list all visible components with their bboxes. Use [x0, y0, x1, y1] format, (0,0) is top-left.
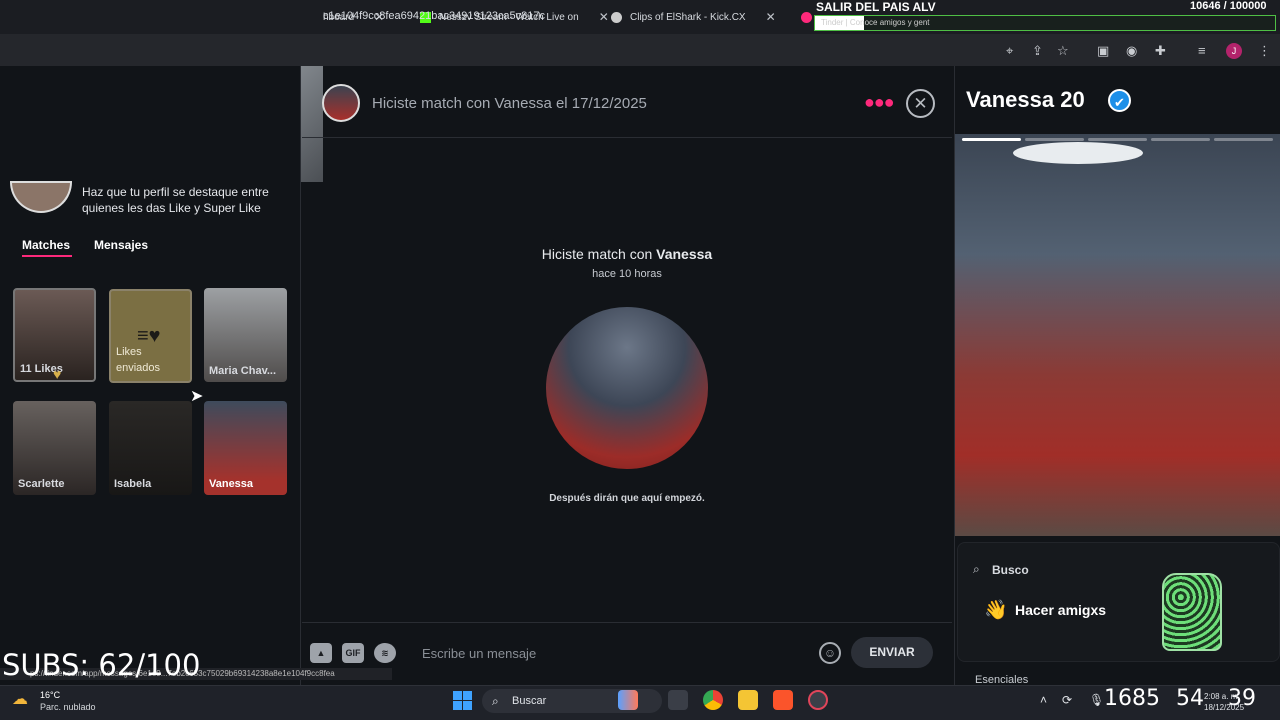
tab-label: Clips of ElShark - Kick.CX [630, 11, 746, 23]
photo-indicator[interactable] [1025, 138, 1084, 141]
match-prefix: Hiciste match con [541, 246, 653, 262]
stream-clock-minutes: 54 [1176, 686, 1204, 711]
looking-for-value: Hacer amigxs [1015, 602, 1107, 618]
picture-in-picture-icon[interactable]: ▣ [1097, 43, 1109, 59]
profile-name: Vanessa [966, 87, 1055, 112]
stream-clock-hours: 1685 [1104, 686, 1160, 711]
task-view-icon[interactable] [668, 690, 688, 710]
photo-indicator[interactable] [1088, 138, 1147, 141]
bookmark-star-icon[interactable]: ☆ [1057, 43, 1069, 59]
close-chat-icon[interactable]: ✕ [906, 89, 935, 118]
search-icon: ⌕ [973, 562, 980, 576]
goal-progress-bar: Tinder | Conoce amigos y gent [814, 15, 1276, 31]
send-button[interactable]: ENVIAR [851, 637, 933, 668]
match-name: Scarlette [18, 478, 65, 490]
system-clock[interactable]: 2:08 a. m. 18/12/2025 [1204, 691, 1244, 713]
waving-hand-icon: 👋 [984, 600, 1008, 621]
verified-badge-icon[interactable]: ✔ [1108, 89, 1131, 112]
browser-tab-clips[interactable]: Clips of ElShark - Kick.CX ✕ [611, 4, 776, 30]
weather-description[interactable]: Parc. nublado [40, 702, 96, 712]
tinder-tab-label-under-bar: Tinder | Conoce amigos y gent [821, 18, 930, 27]
taskbar-search-label: Buscar [512, 695, 547, 707]
chrome-icon[interactable] [703, 690, 723, 710]
tray-overflow-icon[interactable]: ˄ [1040, 693, 1047, 707]
media-control-icon[interactable]: ≡ [1198, 43, 1206, 58]
brave-icon[interactable] [773, 690, 793, 710]
likes-card[interactable]: 11 Likes ♥ [13, 288, 96, 382]
photo-indicator[interactable] [1214, 138, 1273, 141]
emoji-icon[interactable]: ☺ [819, 642, 841, 664]
system-time: 2:08 a. m. [1204, 692, 1240, 701]
profile-age: 20 [1060, 87, 1085, 112]
sticker-icon[interactable]: ▲ [310, 643, 332, 663]
address-bar [0, 34, 1280, 66]
extension-icon[interactable]: ◉ [1126, 43, 1137, 59]
message-input[interactable] [414, 640, 794, 666]
photo-ceiling-lamp [1013, 142, 1143, 164]
photo-indicator[interactable] [962, 138, 1021, 141]
goal-title: SALIR DEL PAIS ALV [816, 0, 936, 14]
close-tab-icon[interactable]: ✕ [766, 10, 776, 24]
profile-name-age: Vanessa 20 [966, 87, 1085, 113]
share-icon[interactable]: ⇪ [1032, 43, 1043, 59]
match-card-isabela[interactable]: Isabela [109, 401, 192, 495]
photo-pagination [962, 138, 1273, 141]
search-icon: ⌕ [492, 694, 499, 708]
url-text[interactable]: c1e104f9cc8fea69421bac34919123ca5c817c [323, 10, 545, 22]
match-card-scarlette[interactable]: Scarlette [13, 401, 96, 495]
system-date: 18/12/2025 [1204, 703, 1245, 712]
close-tab-icon[interactable]: ✕ [599, 10, 609, 24]
weather-temperature[interactable]: 16°C [40, 690, 60, 700]
mouse-cursor-icon: ➤ [190, 388, 204, 405]
looking-for-label: Busco [992, 563, 1029, 577]
puzzle-icon[interactable]: ✚ [1155, 43, 1166, 59]
weather-cloud-icon[interactable]: ☁ [12, 689, 28, 709]
clips-icon [611, 11, 622, 23]
gold-heart-icon: ♥ [53, 366, 62, 382]
spotify-icon[interactable]: ≋ [374, 643, 396, 663]
tab-mensajes[interactable]: Mensajes [94, 238, 148, 252]
match-title: Hiciste match con Vanessa [302, 246, 952, 262]
location-icon[interactable]: ⌖ [1006, 43, 1013, 59]
windows-start-icon[interactable] [453, 691, 472, 710]
likes-sent-label: Likes enviados [116, 346, 161, 374]
file-explorer-icon[interactable] [738, 690, 758, 710]
tab-matches[interactable]: Matches [22, 238, 70, 252]
gif-button[interactable]: GIF [342, 643, 364, 663]
mic-icon[interactable]: 🎙 [1089, 693, 1104, 707]
boost-promo-text[interactable]: Haz que tu perfil se destaque entre quie… [82, 184, 282, 216]
tinder-icon [801, 11, 812, 23]
chat-avatar[interactable] [322, 84, 360, 122]
match-name: Vanessa [209, 478, 254, 490]
match-name: Isabela [114, 478, 152, 490]
goal-count: 10646 / 100000 [1190, 0, 1267, 12]
match-name: Maria Chav... [209, 365, 277, 377]
match-time: hace 10 horas [592, 268, 662, 280]
match-card-vanessa[interactable]: Vanessa [204, 401, 287, 495]
stream-jar-widget [1162, 573, 1222, 651]
match-profile-photo[interactable] [546, 307, 708, 469]
photo-indicator[interactable] [1151, 138, 1210, 141]
match-quote: Después dirán que aquí empezó. [549, 493, 705, 504]
more-options-icon[interactable]: ●●● [864, 92, 895, 113]
subs-counter: SUBS: 62/100 [2, 648, 201, 682]
match-name-bold: Vanessa [656, 246, 713, 262]
menu-kebab-icon[interactable]: ⋮ [1258, 43, 1271, 59]
taskbar-widget-icon[interactable] [618, 690, 638, 710]
profile-photo[interactable] [955, 134, 1280, 536]
likes-sent-card[interactable]: ≡♥ Likes enviados [109, 289, 192, 383]
active-tab-underline [22, 255, 72, 257]
match-card-maria[interactable]: Maria Chav... [204, 288, 287, 382]
wifi-icon[interactable]: ⟳ [1062, 693, 1072, 707]
chat-header-title: Hiciste match con Vanessa el 17/12/2025 [372, 95, 647, 112]
obs-icon[interactable] [808, 690, 828, 710]
profile-avatar[interactable]: J [1226, 43, 1242, 59]
